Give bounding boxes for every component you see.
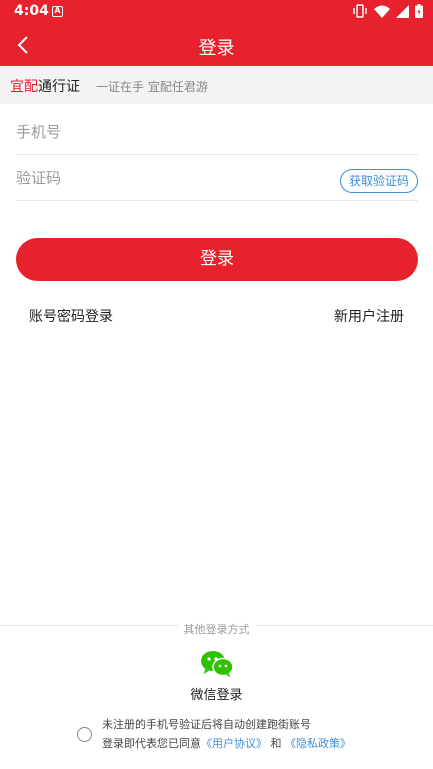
brand-name: 宜配通行证 — [10, 76, 80, 96]
brand-slogan: 一证在手 宜配任君游 — [96, 80, 208, 94]
brand-name-highlight: 宜配 — [10, 79, 38, 95]
verification-code-input[interactable] — [16, 161, 316, 195]
code-field-row: 获取验证码 — [16, 153, 418, 201]
wechat-login-label: 微信登录 — [190, 688, 243, 703]
other-login-title: 其他登录方式 — [0, 618, 433, 637]
brand-name-rest: 通行证 — [38, 79, 80, 95]
password-login-link[interactable]: 账号密码登录 — [29, 306, 113, 326]
phone-input[interactable] — [16, 115, 316, 149]
notification-icon: A — [52, 6, 63, 17]
signal-icon — [396, 3, 409, 22]
wechat-icon — [200, 651, 234, 678]
agreement-line-2: 登录即代表您已同意《用户协议》 和 《隐私政策》 — [102, 734, 351, 753]
user-agreement-link[interactable]: 《用户协议》 — [201, 737, 267, 750]
wechat-login-button[interactable]: 微信登录 — [0, 650, 433, 703]
status-icons — [352, 3, 423, 22]
agreement-text: 未注册的手机号验证后将自动创建跑街账号 登录即代表您已同意《用户协议》 和 《隐… — [102, 715, 351, 753]
register-link[interactable]: 新用户注册 — [334, 306, 404, 326]
privacy-policy-link[interactable]: 《隐私政策》 — [285, 737, 351, 750]
brand-strip: 宜配通行证 一证在手 宜配任君游 — [0, 66, 433, 104]
agreement-prefix: 登录即代表您已同意 — [102, 737, 201, 750]
app-bar: 登录 — [0, 24, 433, 66]
page-title: 登录 — [198, 38, 235, 59]
other-login-title-text: 其他登录方式 — [177, 623, 256, 636]
battery-icon — [415, 3, 423, 22]
status-bar: 4:04 A — [0, 0, 433, 24]
phone-field-row — [16, 107, 418, 155]
agreement-and: 和 — [270, 737, 282, 750]
vibrate-icon — [352, 3, 368, 22]
agreement-line-1: 未注册的手机号验证后将自动创建跑街账号 — [102, 718, 311, 731]
wifi-icon — [374, 3, 390, 22]
get-code-button[interactable]: 获取验证码 — [339, 169, 418, 193]
login-button[interactable]: 登录 — [16, 238, 418, 281]
agreement-radio[interactable] — [77, 727, 92, 742]
status-time: 4:04 — [14, 3, 49, 19]
